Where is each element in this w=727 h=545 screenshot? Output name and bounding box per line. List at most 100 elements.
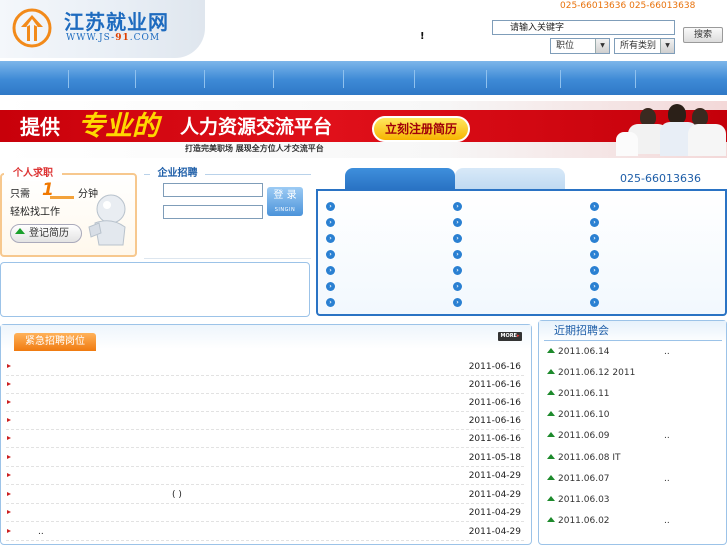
company-username-field[interactable]: [163, 183, 263, 197]
job-date: 2011-06-16: [468, 380, 521, 390]
list-item[interactable]: 2011.06.14..: [546, 342, 722, 363]
fair-suffix: ..: [664, 347, 670, 357]
table-row[interactable]: ( ) 2011-04-29: [6, 486, 524, 504]
search-type-value: 职位: [556, 41, 575, 51]
number-underline: [50, 196, 74, 199]
chevron-down-icon: ▼: [595, 39, 609, 53]
link-bullet-icon[interactable]: ›: [590, 266, 599, 275]
nav-separator: [414, 70, 415, 88]
chevron-down-icon: ▼: [660, 39, 674, 53]
table-row[interactable]: 2011-06-16: [6, 358, 524, 376]
link-bullet-icon[interactable]: ›: [326, 234, 335, 243]
banner-register-button[interactable]: 立刻注册简历: [372, 116, 470, 142]
job-date: 2011-04-29: [468, 527, 521, 537]
bullet-icon: [7, 510, 11, 514]
mascot-icon: [88, 194, 126, 246]
banner-highlight: 专业的: [78, 111, 159, 142]
fair-date[interactable]: 2011.06.08 IT: [558, 453, 621, 463]
logo-icon[interactable]: [12, 8, 52, 48]
job-title[interactable]: ..: [38, 527, 44, 537]
list-item[interactable]: 2011.06.03: [546, 490, 722, 511]
arrow-up-icon: [547, 390, 555, 395]
link-bullet-icon[interactable]: ›: [453, 218, 462, 227]
arrow-up-icon: [547, 432, 555, 437]
personal-line2: 轻松找工作: [10, 207, 60, 218]
link-bullet-icon[interactable]: ›: [453, 202, 462, 211]
company-password-field[interactable]: [163, 205, 263, 219]
job-title[interactable]: ( ): [172, 490, 182, 500]
link-bullet-icon[interactable]: ›: [590, 282, 599, 291]
list-item[interactable]: 2011.06.02..: [546, 511, 722, 532]
link-bullet-icon[interactable]: ›: [326, 202, 335, 211]
bullet-icon: [7, 529, 11, 533]
fair-date[interactable]: 2011.06.10: [558, 410, 610, 420]
link-bullet-icon[interactable]: ›: [453, 250, 462, 259]
table-row[interactable]: 2011-05-18: [6, 449, 524, 467]
table-row[interactable]: 2011-04-29: [6, 504, 524, 522]
link-bullet-icon[interactable]: ›: [326, 218, 335, 227]
list-item[interactable]: 2011.06.12 2011: [546, 363, 722, 384]
job-fairs-title: 近期招聘会: [554, 324, 609, 337]
table-row[interactable]: 2011-06-16: [6, 412, 524, 430]
list-item[interactable]: 2011.06.08 IT: [546, 448, 722, 469]
arrow-up-icon: [547, 348, 555, 353]
fair-date[interactable]: 2011.06.07: [558, 474, 610, 484]
more-button[interactable]: MORE▸: [498, 332, 522, 341]
fair-suffix: ..: [664, 516, 670, 526]
category-select[interactable]: 所有类别 ▼: [614, 38, 675, 54]
link-bullet-icon[interactable]: ›: [590, 218, 599, 227]
link-bullet-icon[interactable]: ›: [453, 266, 462, 275]
link-bullet-icon[interactable]: ›: [590, 202, 599, 211]
bullet-icon: [7, 455, 11, 459]
fair-date[interactable]: 2011.06.02: [558, 516, 610, 526]
link-bullet-icon[interactable]: ›: [453, 298, 462, 307]
fair-date[interactable]: 2011.06.03: [558, 495, 610, 505]
fair-suffix: ..: [664, 431, 670, 441]
link-bullet-icon[interactable]: ›: [326, 266, 335, 275]
job-date: 2011-06-16: [468, 362, 521, 372]
login-label: 登 录: [273, 190, 297, 201]
list-item[interactable]: 2011.06.10: [546, 405, 722, 426]
nav-separator: [273, 70, 274, 88]
search-button[interactable]: 搜索: [683, 27, 723, 43]
table-row[interactable]: 2011-06-16: [6, 394, 524, 412]
fair-date[interactable]: 2011.06.12 2011: [558, 368, 635, 378]
search-type-select[interactable]: 职位 ▼: [550, 38, 610, 54]
fair-date[interactable]: 2011.06.11: [558, 389, 610, 399]
arrow-up-icon: [15, 228, 25, 234]
arrow-up-icon: [547, 411, 555, 416]
link-bullet-icon[interactable]: ›: [326, 250, 335, 259]
bullet-icon: [7, 473, 11, 477]
bullet-icon: [7, 418, 11, 422]
banner-text-2: 人力资源交流平台: [180, 116, 333, 138]
tab-primary[interactable]: [345, 168, 455, 189]
nav-separator: [343, 70, 344, 88]
list-item[interactable]: 2011.06.11: [546, 384, 722, 405]
list-item[interactable]: 2011.06.07..: [546, 469, 722, 490]
link-bullet-icon[interactable]: ›: [453, 282, 462, 291]
job-date: 2011-06-16: [468, 434, 521, 444]
tab-secondary[interactable]: [455, 168, 565, 189]
table-row[interactable]: 2011-06-16: [6, 376, 524, 394]
fair-date[interactable]: 2011.06.14: [558, 347, 610, 357]
links-phone: 025-66013636: [620, 172, 701, 185]
logo-title[interactable]: 江苏就业网: [64, 6, 169, 35]
search-input[interactable]: 请输入关键字: [492, 20, 675, 35]
link-bullet-icon[interactable]: ›: [453, 234, 462, 243]
fair-date[interactable]: 2011.06.09: [558, 431, 610, 441]
link-bullet-icon[interactable]: ›: [590, 250, 599, 259]
list-item[interactable]: 2011.06.09..: [546, 426, 722, 447]
table-row[interactable]: 2011-06-16: [6, 430, 524, 448]
link-bullet-icon[interactable]: ›: [590, 234, 599, 243]
link-bullet-icon[interactable]: ›: [326, 298, 335, 307]
login-button[interactable]: 登 录 SINGIN: [267, 187, 303, 216]
table-row[interactable]: 2011-04-29: [6, 467, 524, 485]
link-bullet-icon[interactable]: ›: [326, 282, 335, 291]
banner-person-icon: [688, 124, 726, 156]
bullet-icon: [7, 400, 11, 404]
link-bullet-icon[interactable]: ›: [590, 298, 599, 307]
personal-title: 个人求职: [4, 166, 62, 181]
table-row[interactable]: .. 2011-04-29: [6, 523, 524, 541]
logo-url-suffix: .COM: [129, 33, 161, 43]
register-resume-button[interactable]: 登记简历: [10, 224, 82, 243]
